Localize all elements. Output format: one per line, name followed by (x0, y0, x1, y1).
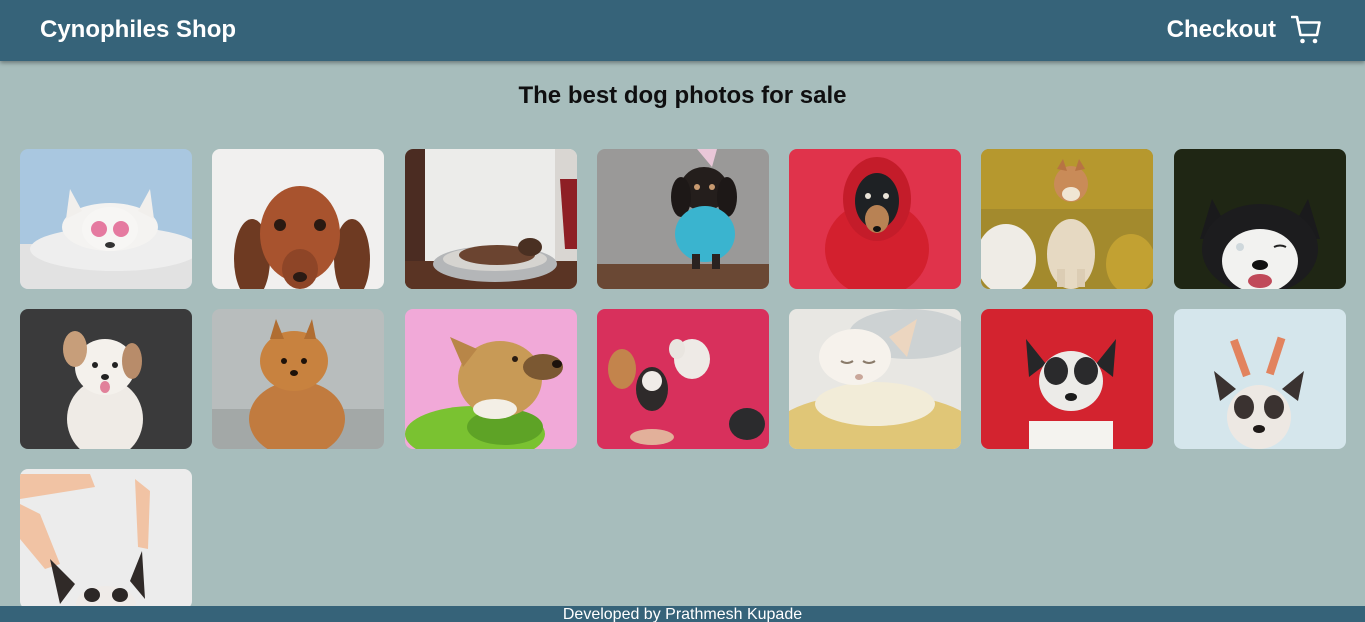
dog-photo-card[interactable] (981, 309, 1154, 449)
dog-photo-card[interactable] (1173, 309, 1346, 449)
top-navbar: Cynophiles Shop Checkout (0, 0, 1365, 61)
dog-photo-card[interactable] (596, 149, 769, 289)
white-dog-heart-sunglasses-photo (20, 149, 192, 289)
husky-winking-photo (1173, 149, 1346, 289)
french-bulldog-ears-held-photo (20, 469, 192, 609)
dog-photo-card[interactable] (20, 469, 192, 609)
dog-photo-card[interactable] (789, 149, 962, 289)
french-bulldog-free-sign-photo (981, 309, 1154, 449)
dog-photo-card[interactable] (212, 309, 385, 449)
pomeranian-photo (212, 309, 385, 449)
dogs-pink-floor-photo (596, 309, 769, 449)
dog-photo-card[interactable] (1173, 149, 1346, 289)
dachshund-red-hoodie-photo (789, 149, 962, 289)
fluffy-white-puppy-photo (20, 309, 192, 449)
photo-grid (20, 149, 1346, 609)
checkout-label: Checkout (1166, 16, 1276, 43)
dog-photo-card[interactable] (20, 149, 192, 289)
dachshund-party-hat-photo (596, 149, 769, 289)
dachshund-face-photo (212, 149, 385, 289)
checkout-button[interactable]: Checkout (1167, 14, 1321, 46)
footer: Developed by Prathmesh Kupade (0, 606, 1365, 622)
dog-photo-card[interactable] (596, 309, 769, 449)
shiba-inu-yellow-chair-photo (981, 149, 1154, 289)
dog-photo-card[interactable] (404, 309, 577, 449)
page-title: The best dog photos for sale (518, 82, 847, 109)
dog-green-boa-photo (404, 309, 577, 449)
cart-icon (1291, 15, 1321, 44)
french-bulldog-antlers-photo (1173, 309, 1346, 449)
dog-in-bed-photo (404, 149, 577, 289)
dog-photo-card[interactable] (20, 309, 192, 449)
dog-photo-card[interactable] (212, 149, 385, 289)
dog-photo-card[interactable] (789, 309, 962, 449)
brand-link[interactable]: Cynophiles Shop (40, 16, 236, 44)
dog-photo-card[interactable] (404, 149, 577, 289)
dog-photo-card[interactable] (981, 149, 1154, 289)
sleeping-chihuahua-photo (789, 309, 962, 449)
